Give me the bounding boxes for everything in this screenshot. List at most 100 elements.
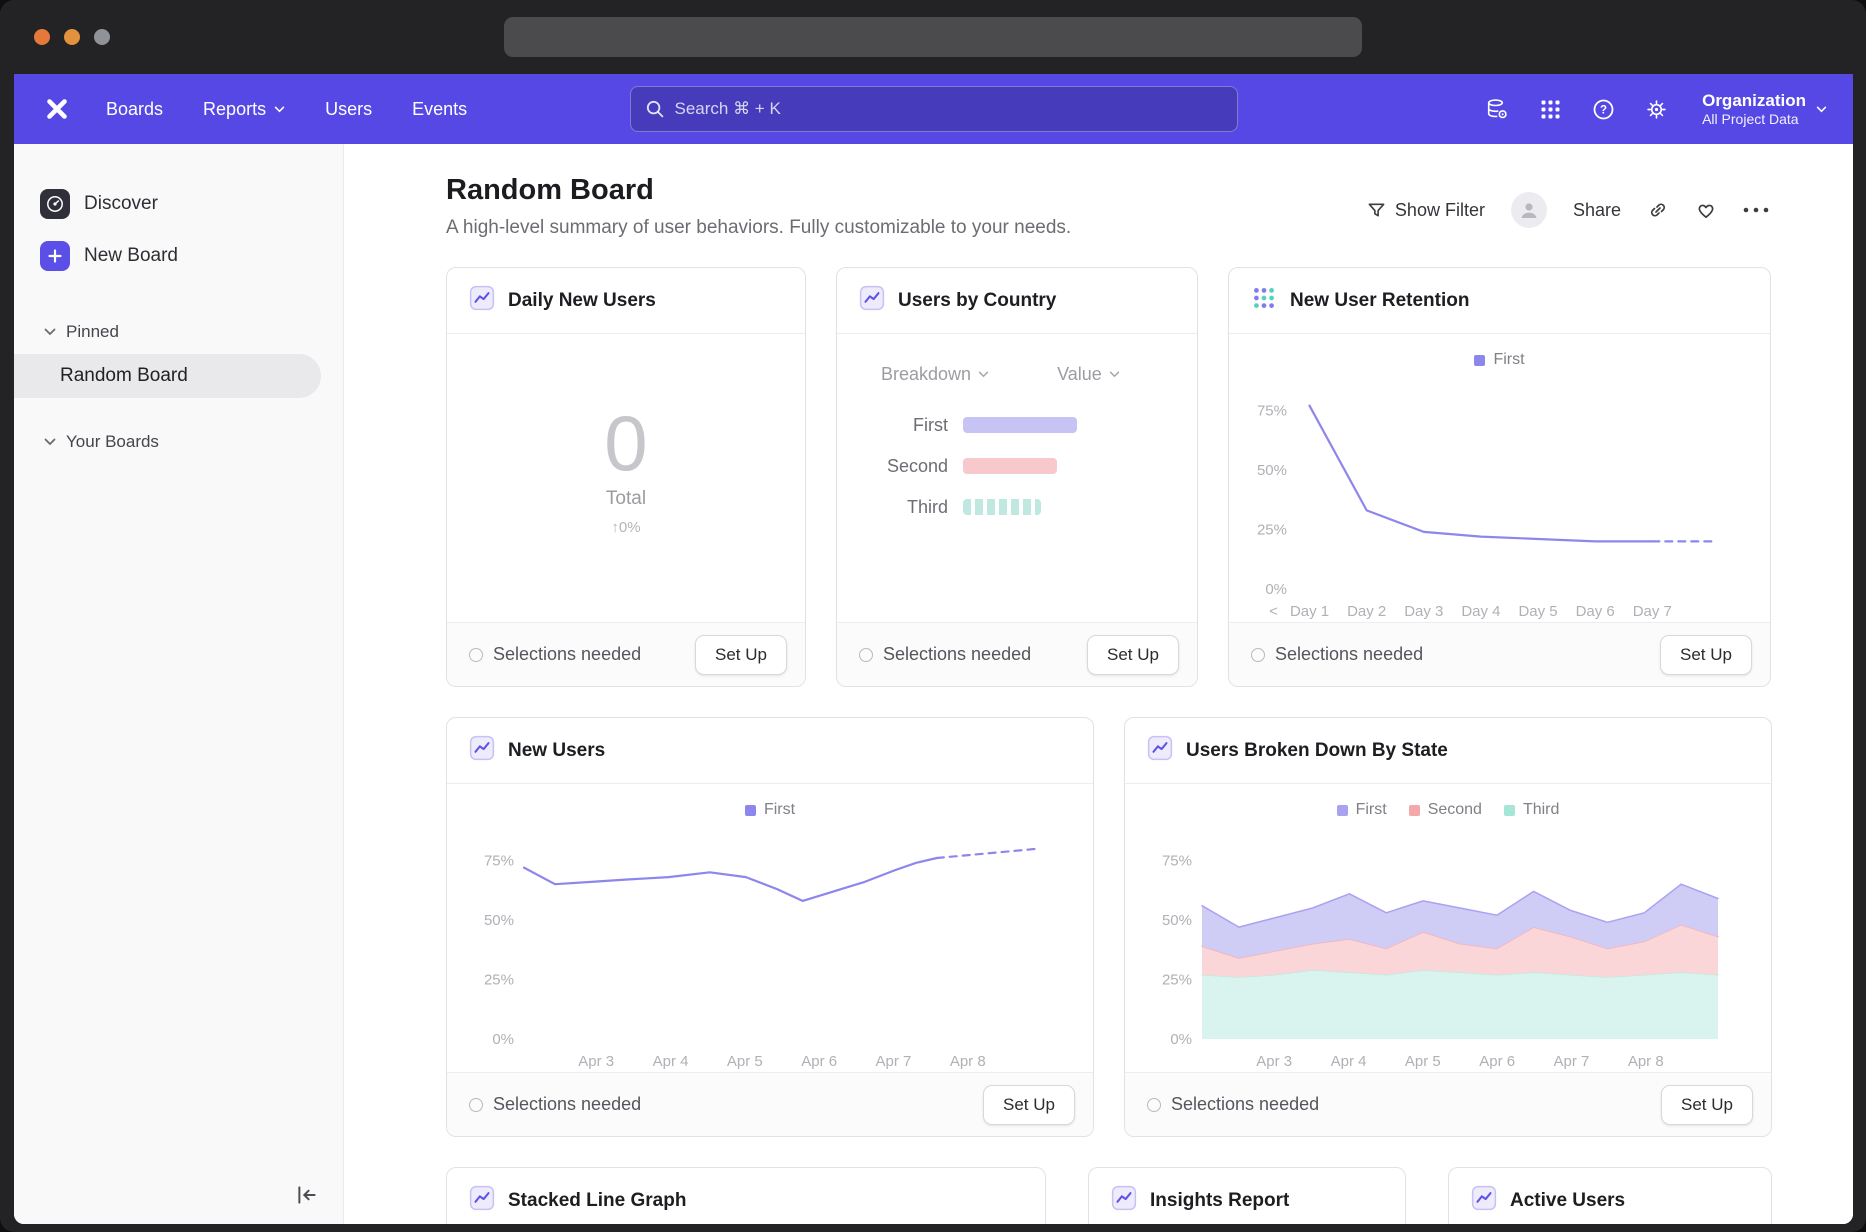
user-icon — [1519, 200, 1539, 220]
collapse-sidebar-button[interactable] — [295, 1184, 319, 1206]
legend-item[interactable]: First — [1474, 351, 1524, 369]
card-header: New User Retention — [1229, 268, 1770, 334]
card-footer: Selections needed Set Up — [447, 1072, 1093, 1136]
chart-legend: First — [1229, 334, 1770, 369]
nav-menu: Boards Reports Users Events — [106, 99, 467, 120]
legend-swatch-icon — [1474, 355, 1485, 366]
svg-text:Apr 7: Apr 7 — [876, 1053, 912, 1070]
show-filter-button[interactable]: Show Filter — [1367, 200, 1485, 221]
copy-link-button[interactable] — [1647, 199, 1669, 221]
board-header: Random Board A high-level summary of use… — [446, 174, 1853, 239]
search-input[interactable] — [675, 99, 1223, 119]
legend-label: First — [764, 801, 795, 819]
breakdown-dropdown[interactable]: Breakdown — [881, 364, 989, 385]
legend-label: First — [1493, 351, 1524, 369]
legend-swatch-icon — [1504, 805, 1515, 816]
card-insights-report[interactable]: Insights Report — [1088, 1167, 1406, 1224]
sidebar-item-random-board[interactable]: Random Board — [14, 354, 321, 398]
status-circle-icon — [1147, 1098, 1161, 1112]
svg-text:Apr 5: Apr 5 — [727, 1053, 763, 1070]
card-body: Breakdown Value FirstSecondThird — [837, 334, 1197, 622]
window-chrome — [0, 0, 1866, 74]
card-new-user-retention[interactable]: New User Retention First 75%50%25%0%Day … — [1228, 267, 1771, 687]
sidebar-item-label: Discover — [84, 193, 158, 215]
card-daily-new-users[interactable]: Daily New Users 0 Total ↑0% — [446, 267, 806, 687]
insights-chart-icon — [859, 285, 885, 316]
legend-item[interactable]: Third — [1504, 801, 1559, 819]
value-label: Value — [1057, 364, 1102, 385]
sidebar-item-discover[interactable]: Discover — [14, 178, 343, 230]
section-label: Pinned — [66, 322, 119, 342]
svg-text:25%: 25% — [1162, 971, 1192, 988]
card-title: Users by Country — [898, 290, 1056, 312]
new-users-line-chart: 75%50%25%0%Apr 3Apr 4Apr 5Apr 6Apr 7Apr … — [470, 823, 1070, 1075]
minimize-button[interactable] — [64, 29, 80, 45]
plus-icon — [40, 241, 70, 271]
insights-chart-icon — [1111, 1185, 1137, 1216]
country-row-bar — [963, 499, 1041, 515]
card-active-users[interactable]: Active Users — [1448, 1167, 1772, 1224]
settings-gear-icon[interactable] — [1643, 96, 1669, 122]
main-content: Random Board A high-level summary of use… — [344, 144, 1853, 1224]
maximize-button[interactable] — [94, 29, 110, 45]
legend-item[interactable]: Second — [1409, 801, 1482, 819]
url-bar[interactable] — [504, 17, 1362, 57]
data-management-icon[interactable] — [1484, 96, 1510, 122]
card-users-by-country[interactable]: Users by Country Breakdown Value — [836, 267, 1198, 687]
help-icon[interactable]: ? — [1590, 96, 1616, 122]
svg-text:Apr 3: Apr 3 — [578, 1053, 614, 1070]
apps-grid-icon[interactable] — [1537, 96, 1563, 122]
status: Selections needed — [469, 1094, 641, 1115]
value-dropdown[interactable]: Value — [1057, 364, 1120, 385]
sidebar-section-your-boards[interactable]: Your Boards — [14, 424, 343, 460]
set-up-button[interactable]: Set Up — [1087, 635, 1179, 675]
card-footer: Selections needed Set Up — [447, 622, 805, 686]
card-users-by-state[interactable]: Users Broken Down By State FirstSecondTh… — [1124, 717, 1772, 1137]
set-up-button[interactable]: Set Up — [695, 635, 787, 675]
legend-item[interactable]: First — [745, 801, 795, 819]
more-options-button[interactable] — [1743, 207, 1769, 213]
card-new-users[interactable]: New Users First 75%50%25%0%Apr 3Apr 4Apr… — [446, 717, 1094, 1137]
status: Selections needed — [859, 644, 1031, 665]
card-stacked-line-graph[interactable]: Stacked Line Graph — [446, 1167, 1046, 1224]
filter-funnel-icon — [1367, 201, 1386, 220]
card-body: 0 Total ↑0% — [447, 334, 805, 622]
set-up-button[interactable]: Set Up — [983, 1085, 1075, 1125]
avatar[interactable] — [1511, 192, 1547, 228]
card-header: Users by Country — [837, 268, 1197, 334]
global-search[interactable] — [630, 86, 1238, 132]
org-switcher[interactable]: Organization All Project Data — [1702, 90, 1827, 129]
link-icon — [1647, 199, 1669, 221]
status-text: Selections needed — [883, 644, 1031, 665]
chevron-down-icon — [274, 106, 285, 113]
cards-row-1: Daily New Users 0 Total ↑0% — [446, 267, 1853, 687]
legend-item[interactable]: First — [1337, 801, 1387, 819]
favorite-button[interactable] — [1695, 199, 1717, 221]
nav-item-events[interactable]: Events — [412, 99, 467, 120]
svg-text:75%: 75% — [484, 852, 514, 869]
svg-text:Day 4: Day 4 — [1461, 603, 1500, 620]
share-button[interactable]: Share — [1573, 200, 1621, 221]
insights-chart-icon — [1471, 1185, 1497, 1216]
cards-row-2: New Users First 75%50%25%0%Apr 3Apr 4Apr… — [446, 717, 1853, 1137]
svg-text:25%: 25% — [484, 971, 514, 988]
svg-text:<: < — [1269, 603, 1278, 620]
close-button[interactable] — [34, 29, 50, 45]
nav-item-users[interactable]: Users — [325, 99, 372, 120]
mixpanel-logo[interactable] — [42, 94, 72, 124]
card-title: New Users — [508, 740, 605, 762]
new-board-button[interactable]: New Board — [14, 230, 343, 282]
set-up-button[interactable]: Set Up — [1660, 635, 1752, 675]
country-row: Third — [837, 497, 1197, 517]
nav-item-reports[interactable]: Reports — [203, 99, 285, 120]
sidebar-section-pinned[interactable]: Pinned — [14, 314, 343, 350]
card-body: FirstSecondThird 75%50%25%0%Apr 3Apr 4Ap… — [1125, 784, 1771, 1072]
chevron-down-icon — [978, 371, 989, 378]
nav-item-boards[interactable]: Boards — [106, 99, 163, 120]
status-text: Selections needed — [493, 1094, 641, 1115]
ellipsis-icon — [1743, 207, 1769, 213]
set-up-button[interactable]: Set Up — [1661, 1085, 1753, 1125]
svg-text:Day 1: Day 1 — [1289, 603, 1328, 620]
country-row-bar — [963, 417, 1077, 433]
top-nav: Boards Reports Users Events — [14, 74, 1853, 144]
